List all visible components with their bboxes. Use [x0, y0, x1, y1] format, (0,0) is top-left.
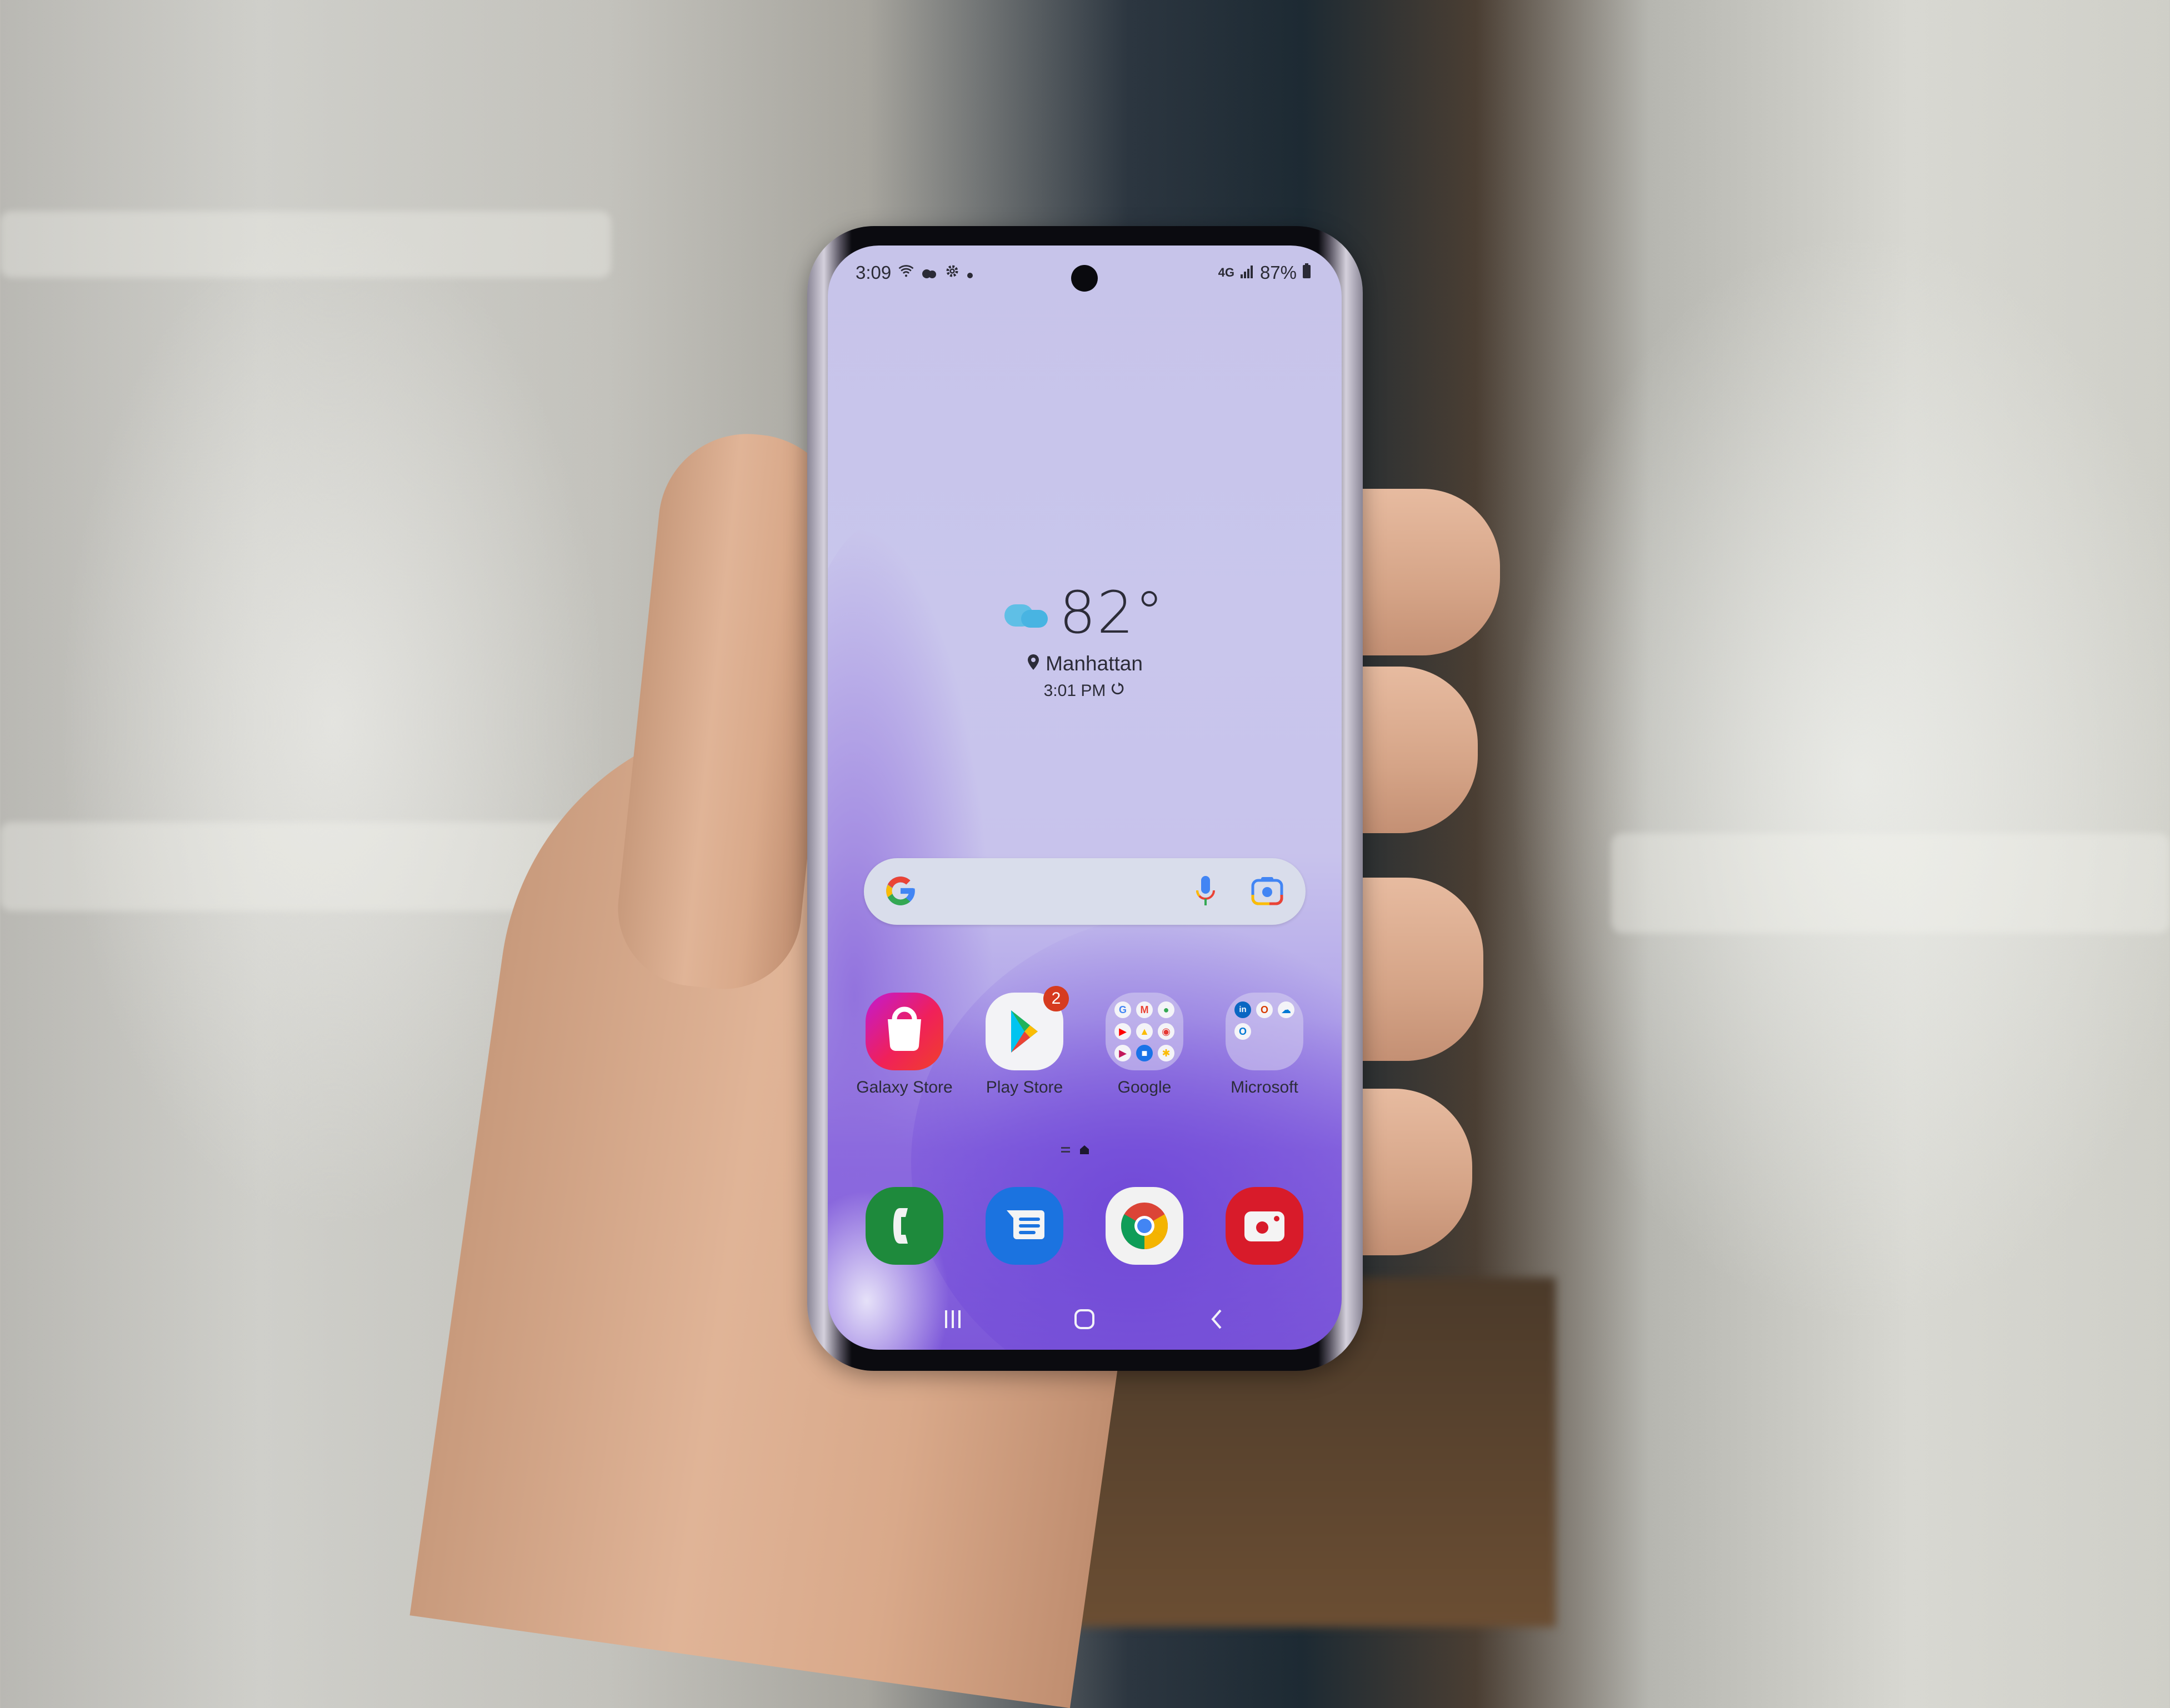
app-label: Galaxy Store	[856, 1078, 953, 1096]
front-camera	[1071, 265, 1098, 292]
phone: 3:09 4G 87% 82° Manhattan 3:01 PM Galaxy…	[807, 226, 1363, 1371]
battery-percent: 87%	[1259, 262, 1297, 283]
status-time: 3:09	[856, 262, 892, 283]
app-phone[interactable]	[849, 1187, 960, 1265]
home-app-row: Galaxy Store 2 Play Store G M ● ▶ ▲ ◉ ▶	[828, 986, 1342, 1115]
google-app-icon: G	[1114, 1001, 1131, 1018]
folder-google[interactable]: G M ● ▶ ▲ ◉ ▶ ■ ✱ Google	[1089, 993, 1200, 1097]
page-indicator[interactable]	[1061, 1144, 1090, 1158]
duo-icon: ■	[1136, 1045, 1153, 1061]
play-movies-icon: ▶	[1114, 1045, 1131, 1061]
maps-icon: ●	[1158, 1001, 1174, 1018]
google-logo-icon	[883, 874, 918, 914]
settings-gear-icon	[944, 262, 960, 283]
office-icon: O	[1256, 1001, 1273, 1018]
app-camera[interactable]	[1209, 1187, 1320, 1265]
google-search-bar[interactable]	[864, 858, 1306, 925]
app-label: Google	[1117, 1078, 1172, 1096]
app-galaxy-store[interactable]: Galaxy Store	[849, 993, 960, 1097]
google-lens-icon[interactable]	[1251, 876, 1283, 909]
signal-strength-icon	[1240, 262, 1254, 283]
app-messages[interactable]	[969, 1187, 1080, 1265]
youtube-music-icon: ◉	[1158, 1023, 1174, 1040]
folder-microsoft[interactable]: in O ☁ O Microsoft	[1209, 993, 1320, 1097]
status-bar[interactable]: 3:09 4G 87%	[828, 246, 1342, 301]
gmail-icon: M	[1136, 1001, 1153, 1018]
recents-icon	[943, 1308, 963, 1333]
microphone-icon[interactable]	[1194, 875, 1217, 911]
app-label: Microsoft	[1231, 1078, 1298, 1096]
drive-icon: ▲	[1136, 1023, 1153, 1040]
app-chrome[interactable]	[1089, 1187, 1200, 1265]
home-page-dot-icon	[1079, 1144, 1090, 1158]
wallpaper-wave	[911, 912, 1342, 1350]
youtube-icon: ▶	[1114, 1023, 1131, 1040]
back-button[interactable]	[1194, 1304, 1239, 1337]
location-pin-icon	[1027, 652, 1040, 675]
updated-time: 3:01 PM	[1043, 682, 1106, 700]
phone-icon	[866, 1187, 943, 1265]
outlook-icon: O	[1234, 1023, 1251, 1040]
network-type-4g: 4G	[1218, 266, 1234, 279]
dock	[828, 1187, 1342, 1270]
messages-icon	[986, 1187, 1063, 1265]
recents-button[interactable]	[931, 1304, 975, 1337]
background-shelf	[0, 211, 611, 278]
photos-icon: ✱	[1158, 1045, 1174, 1061]
background-shelf	[1611, 833, 2170, 933]
battery-icon	[1302, 262, 1311, 283]
home-button[interactable]	[1062, 1304, 1107, 1337]
navigation-bar	[828, 1304, 1342, 1337]
home-icon	[1073, 1308, 1096, 1333]
refresh-icon[interactable]	[1110, 681, 1126, 701]
app-play-store[interactable]: 2 Play Store	[969, 986, 1080, 1097]
chrome-icon	[1106, 1187, 1183, 1265]
notification-badge: 2	[1043, 986, 1069, 1011]
shopping-bag-icon	[866, 993, 943, 1070]
camera-icon	[1226, 1187, 1303, 1265]
wifi-icon	[898, 262, 914, 283]
temperature: 82°	[1059, 579, 1165, 647]
folder-icon: in O ☁ O	[1226, 993, 1303, 1070]
back-icon	[1208, 1308, 1225, 1333]
home-screen: 3:09 4G 87% 82° Manhattan 3:01 PM Galaxy…	[828, 246, 1342, 1350]
app-label: Play Store	[986, 1078, 1063, 1096]
cloud-icon	[921, 262, 938, 283]
folder-icon: G M ● ▶ ▲ ◉ ▶ ■ ✱	[1106, 993, 1183, 1070]
linkedin-icon: in	[1234, 1001, 1251, 1018]
weather-widget[interactable]: 82° Manhattan 3:01 PM	[828, 579, 1342, 701]
onedrive-icon: ☁	[1278, 1001, 1294, 1018]
page-list-icon	[1061, 1145, 1070, 1157]
location-name: Manhattan	[1046, 652, 1143, 675]
notification-dot-icon	[967, 262, 973, 283]
play-store-icon: 2	[986, 986, 1069, 1070]
partly-cloudy-icon	[1004, 598, 1048, 628]
